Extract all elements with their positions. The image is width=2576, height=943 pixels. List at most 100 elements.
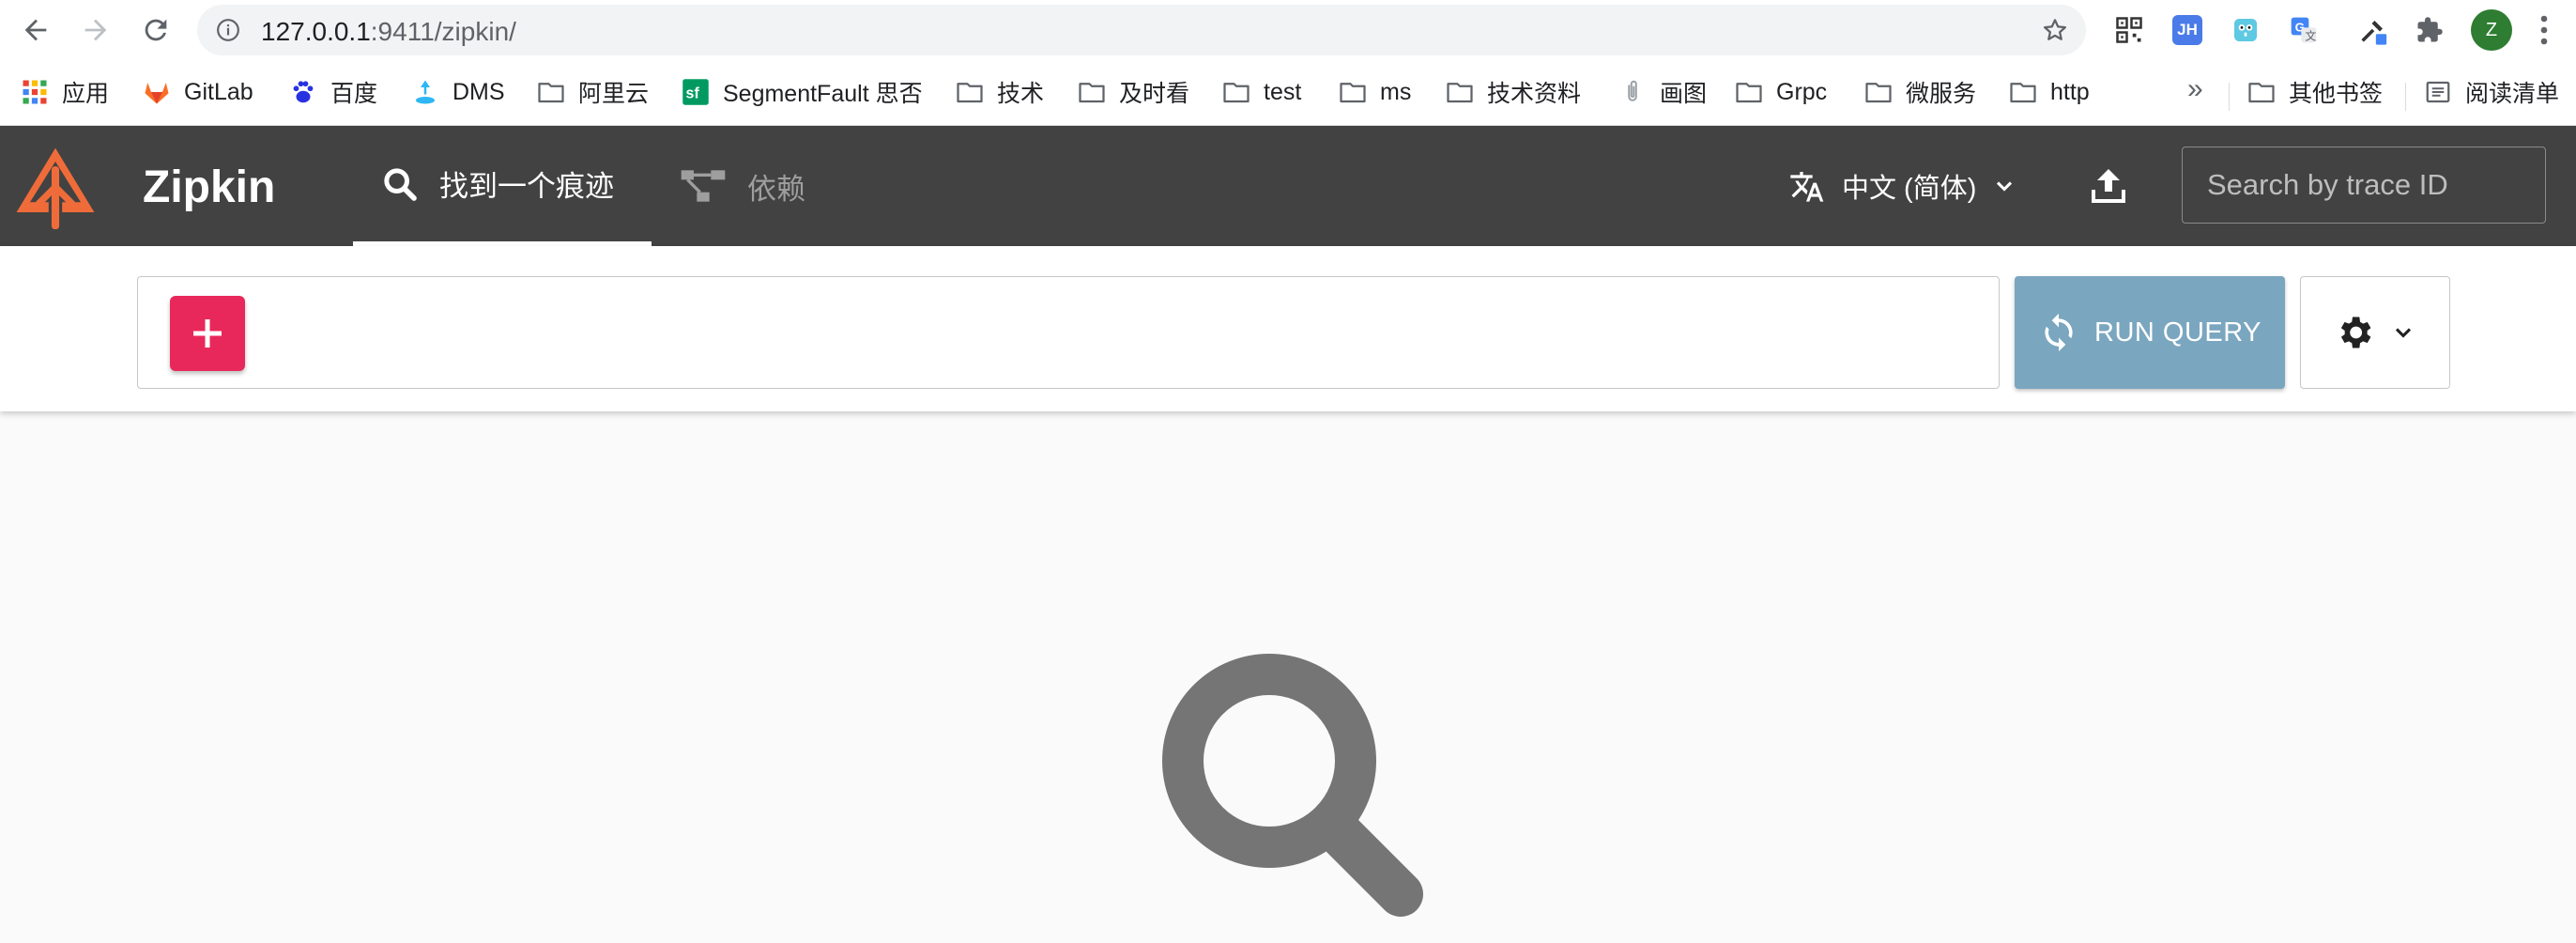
bookmarks-divider [2405, 83, 2406, 111]
tab-label: 依赖 [747, 172, 805, 206]
trace-id-search-input[interactable] [2182, 147, 2546, 224]
bookmark-label: 百度 [330, 81, 378, 107]
folder-icon [1735, 78, 1763, 106]
zipkin-header: Zipkin 找到一个痕迹 依赖 中文 (简体) [0, 126, 2576, 246]
eyedropper-extension-icon[interactable] [2356, 13, 2390, 47]
svg-text:文: 文 [2305, 29, 2316, 43]
gopher-extension-icon[interactable] [2229, 13, 2262, 47]
site-info-icon[interactable] [216, 18, 240, 42]
bookmarks-overflow-button[interactable]: » [2187, 73, 2203, 105]
baidu-paw-icon [289, 78, 317, 106]
tab-find-trace[interactable]: 找到一个痕迹 [353, 126, 652, 246]
jh-extension-icon[interactable]: JH [2170, 13, 2204, 47]
folder-icon [1339, 78, 1367, 106]
browser-menu-icon[interactable] [2535, 13, 2553, 47]
bookmark-dms[interactable]: DMS [411, 73, 505, 111]
zipkin-logo-icon[interactable] [13, 145, 98, 229]
bookmark-label: Grpc [1776, 78, 1828, 105]
folder-icon [1078, 78, 1106, 106]
folder-icon [1222, 78, 1250, 106]
query-settings-button[interactable] [2300, 276, 2450, 389]
bookmark-label: 阿里云 [578, 81, 650, 107]
bookmark-http[interactable]: http [2009, 73, 2090, 111]
tab-label: 找到一个痕迹 [439, 170, 614, 203]
folder-icon [956, 78, 984, 106]
query-bar: RUN QUERY [0, 246, 2576, 411]
forward-button[interactable] [73, 8, 118, 53]
bookmark-label: SegmentFault 思否 [723, 81, 923, 107]
bookmark-label: DMS [452, 78, 505, 105]
bookmark-label: 其他书签 [2289, 81, 2384, 107]
paperclip-icon [1618, 78, 1647, 106]
query-criteria-box[interactable] [137, 276, 2000, 389]
bookmark-label: 技术 [997, 81, 1045, 107]
folder-icon [2247, 78, 2276, 106]
url-text: 127.0.0.1:9411/zipkin/ [261, 17, 516, 46]
bookmark-label: test [1264, 78, 1302, 105]
tab-dependencies[interactable]: 依赖 [680, 126, 805, 246]
bookmark-test[interactable]: test [1222, 73, 1301, 111]
bookmark-baidu[interactable]: 百度 [289, 73, 377, 111]
dependencies-graph-icon [681, 170, 726, 202]
translate-icon [1790, 172, 1824, 202]
bookmark-label: 应用 [62, 81, 110, 107]
bookmark-gitlab[interactable]: GitLab [143, 73, 253, 111]
gitlab-icon [143, 78, 171, 106]
bookmark-label: 微服务 [1906, 81, 1977, 107]
qr-code-extension-icon[interactable] [2112, 13, 2146, 47]
bookmark-star-icon[interactable] [2041, 16, 2069, 44]
jh-badge: JH [2172, 15, 2202, 45]
segmentfault-icon: sf [682, 78, 710, 106]
bookmark-ms[interactable]: ms [1339, 73, 1411, 111]
bookmark-apps[interactable]: 应用 [21, 73, 109, 111]
bookmark-label: 画图 [1660, 81, 1708, 107]
bookmarks-bar: 应用 GitLab 百度 DMS 阿里云 sf SegmentFault 思否 [0, 60, 2576, 126]
reload-button[interactable] [133, 8, 178, 53]
bookmark-label: ms [1380, 78, 1412, 105]
sync-icon [2045, 313, 2073, 352]
bookmark-label: 阅读清单 [2465, 81, 2560, 107]
bookmark-label: http [2050, 78, 2090, 105]
dms-icon [411, 78, 439, 106]
bookmark-label: 技术资料 [1487, 81, 1582, 107]
bookmark-tech[interactable]: 技术 [956, 73, 1044, 111]
back-arrow-icon [24, 19, 47, 41]
empty-search-icon [1162, 654, 1423, 917]
search-icon [384, 167, 417, 201]
gear-icon [2340, 317, 2371, 348]
translate-extension-icon[interactable]: G文 [2287, 13, 2321, 47]
bookmark-label: 及时看 [1119, 81, 1190, 107]
bookmark-tech-docs[interactable]: 技术资料 [1446, 73, 1581, 111]
app-title[interactable]: Zipkin [143, 162, 275, 213]
bookmark-aliyun[interactable]: 阿里云 [537, 73, 649, 111]
chevron-down-icon [1997, 181, 2013, 192]
bookmark-drawing[interactable]: 画图 [1618, 73, 1707, 111]
browser-toolbar: 127.0.0.1:9411/zipkin/ JH G文 Z [0, 0, 2576, 60]
run-query-button[interactable]: RUN QUERY [2015, 276, 2285, 389]
other-bookmarks[interactable]: 其他书签 [2247, 73, 2383, 111]
puzzle-extensions-icon[interactable] [2413, 13, 2446, 47]
bookmark-label: GitLab [184, 78, 253, 105]
svg-text:sf: sf [685, 85, 699, 101]
bookmark-segmentfault[interactable]: sf SegmentFault 思否 [682, 73, 923, 111]
chevron-down-icon [2395, 328, 2412, 338]
folder-icon [2009, 78, 2037, 106]
address-bar[interactable]: 127.0.0.1:9411/zipkin/ [197, 5, 2086, 55]
folder-icon [537, 78, 565, 106]
bookmark-grpc[interactable]: Grpc [1735, 73, 1827, 111]
bookmark-jishikan[interactable]: 及时看 [1078, 73, 1189, 111]
upload-json-icon[interactable] [2086, 163, 2131, 209]
profile-avatar[interactable]: Z [2471, 9, 2512, 51]
language-selector[interactable]: 中文 (简体) [1787, 165, 2034, 207]
reading-list[interactable]: 阅读清单 [2424, 73, 2559, 111]
plus-icon [193, 319, 222, 348]
reload-icon [145, 19, 167, 41]
bookmarks-divider [2229, 83, 2230, 111]
add-criteria-button[interactable] [170, 296, 245, 371]
forward-arrow-icon [84, 19, 107, 41]
run-query-label: RUN QUERY [2094, 317, 2262, 348]
bookmark-microservices[interactable]: 微服务 [1864, 73, 1976, 111]
back-button[interactable] [13, 8, 58, 53]
reading-list-icon [2424, 78, 2452, 106]
apps-grid-icon [21, 78, 49, 106]
